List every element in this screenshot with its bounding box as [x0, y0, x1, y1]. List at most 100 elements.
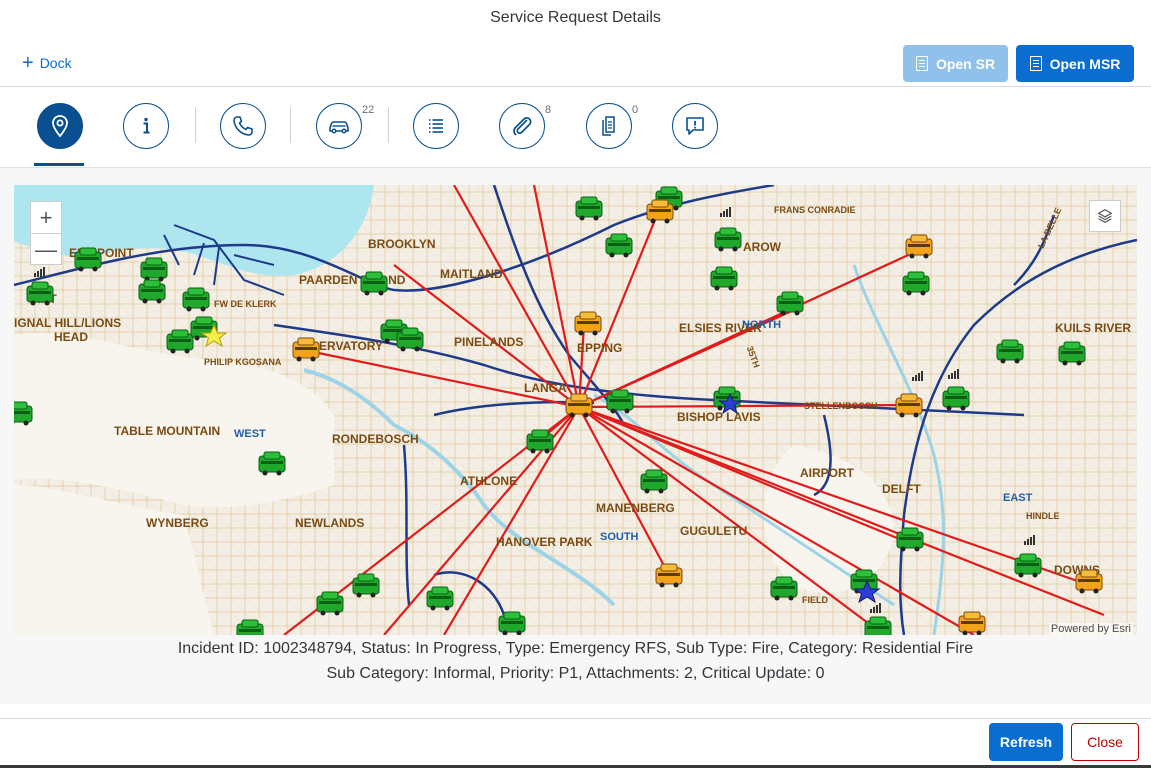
incident-map[interactable]: EEN POINT OINT IGNAL HILL/LIONS HEAD BRO…	[14, 185, 1137, 635]
document-icon	[915, 56, 928, 71]
vehicle-marker-available	[426, 586, 454, 611]
place-label: IGNAL HILL/LIONS	[14, 316, 121, 330]
tab-separator	[195, 107, 196, 143]
documents-icon	[602, 116, 615, 136]
place-label: HEAD	[54, 330, 88, 344]
close-button[interactable]: Close	[1071, 723, 1139, 761]
place-label: STELLENBOSCH	[804, 401, 878, 411]
vehicle-marker-available	[166, 329, 194, 354]
place-label: AROW	[743, 240, 782, 254]
incident-summary-line1: Incident ID: 1002348794, Status: In Prog…	[177, 640, 974, 657]
tab-critical-updates[interactable]	[672, 103, 718, 149]
vehicle-marker-dispatched	[574, 311, 602, 336]
list-icon	[429, 119, 443, 133]
vehicle-marker-available	[606, 389, 634, 414]
place-label: GUGULETU	[680, 524, 747, 538]
place-label: AIRPORT	[800, 466, 855, 480]
vehicle-marker-available	[360, 271, 388, 296]
tab-separator	[388, 107, 389, 143]
vehicle-marker-available	[316, 591, 344, 616]
zoom-in-button[interactable]: +	[31, 202, 61, 234]
footer-divider	[0, 718, 1151, 719]
vehicle-marker-available	[605, 233, 633, 258]
place-label: FW DE KLERK	[214, 299, 277, 309]
vehicle-marker-available	[640, 469, 668, 494]
vehicle-marker-dispatched	[895, 393, 923, 418]
place-label: NEWLANDS	[295, 516, 364, 530]
place-label: HINDLE	[1026, 511, 1060, 521]
place-label: WYNBERG	[146, 516, 209, 530]
vehicle-marker-available	[770, 576, 798, 601]
tab-documents[interactable]	[586, 103, 632, 149]
tab-info[interactable]	[123, 103, 169, 149]
place-label: FIELD	[802, 595, 828, 605]
dialog-title: Service Request Details	[490, 9, 661, 26]
incident-marker	[565, 393, 593, 418]
vehicle-marker-available	[714, 227, 742, 252]
place-label: EPPING	[577, 341, 622, 355]
map-attribution: Powered by Esri	[1048, 623, 1133, 635]
vehicle-marker-dispatched	[1075, 569, 1103, 594]
vehicle-marker-dispatched	[655, 563, 683, 588]
open-sr-label: Open SR	[935, 55, 996, 72]
refresh-button[interactable]: Refresh	[989, 723, 1063, 761]
documents-badge: 0	[632, 104, 639, 116]
place-label: KUILS RIVER	[1055, 321, 1131, 335]
vehicle-marker-available	[1014, 553, 1042, 578]
vehicle-marker-available	[258, 451, 286, 476]
tab-vehicles[interactable]	[316, 103, 362, 149]
zoom-out-button[interactable]: —	[31, 234, 61, 265]
place-label: ATHLONE	[460, 474, 517, 488]
place-label: DELFT	[882, 482, 921, 496]
alert-message-icon	[686, 117, 704, 135]
vehicle-marker-available	[396, 327, 424, 352]
dock-label: Dock	[39, 55, 72, 71]
vehicle-marker-dispatched	[905, 234, 933, 259]
vehicle-marker-available	[896, 527, 924, 552]
place-label: ERVATORY	[319, 339, 383, 353]
vehicle-marker-available	[74, 247, 102, 272]
vehicle-marker-available	[138, 279, 166, 304]
vehicle-marker-available	[140, 257, 168, 282]
tab-attachments[interactable]	[499, 103, 545, 149]
map-pin-icon	[52, 115, 68, 138]
plus-icon: +	[22, 52, 34, 74]
tab-separator	[290, 107, 291, 143]
vehicle-marker-available	[1058, 341, 1086, 366]
open-msr-label: Open MSR	[1049, 55, 1121, 72]
vehicle-marker-available	[710, 266, 738, 291]
vehicle-marker-dispatched	[292, 337, 320, 362]
vehicle-marker-available	[26, 281, 54, 306]
map-canvas[interactable]: EEN POINT OINT IGNAL HILL/LIONS HEAD BRO…	[14, 185, 1137, 635]
open-msr-button[interactable]: Open MSR	[1016, 45, 1134, 82]
active-tab-indicator	[34, 163, 84, 166]
tab-calls[interactable]	[220, 103, 266, 149]
place-label: RONDEBOSCH	[332, 432, 419, 446]
vehicle-marker-available	[942, 386, 970, 411]
place-label: FRANS CONRADIE	[774, 205, 856, 215]
layers-button[interactable]	[1089, 200, 1121, 232]
place-label: SOUTH	[600, 531, 639, 543]
vehicle-marker-available	[14, 401, 33, 426]
car-icon	[329, 121, 349, 134]
vehicle-marker-dispatched	[646, 199, 674, 224]
place-label: MANENBERG	[596, 501, 675, 515]
place-label: MAITLAND	[440, 267, 503, 281]
place-label: PHILIP KGOSANA	[204, 357, 282, 367]
dock-button[interactable]: + Dock	[22, 50, 72, 76]
place-label: TABLE MOUNTAIN	[114, 424, 220, 438]
tab-log[interactable]	[413, 103, 459, 149]
vehicle-marker-available	[182, 287, 210, 312]
vehicle-marker-available	[776, 291, 804, 316]
place-label: LANGA	[524, 381, 567, 395]
zoom-control: + —	[30, 201, 62, 265]
place-label: BISHOP LAVIS	[677, 410, 761, 424]
paperclip-icon	[513, 117, 532, 136]
vehicle-marker-available	[352, 573, 380, 598]
info-icon	[143, 117, 150, 134]
tab-location[interactable]	[37, 103, 83, 149]
open-sr-button[interactable]: Open SR	[903, 45, 1008, 82]
incident-summary: Incident ID: 1002348794, Status: In Prog…	[0, 636, 1151, 686]
place-label: EAST	[1003, 492, 1033, 504]
document-icon	[1029, 56, 1042, 71]
